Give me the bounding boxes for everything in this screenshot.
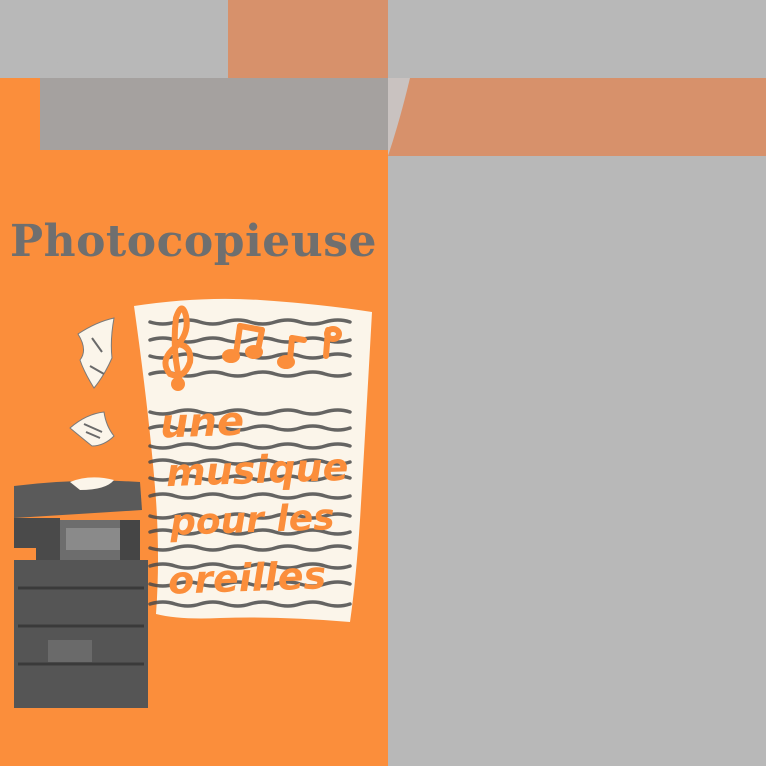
sheet-line-4: oreilles [167, 553, 327, 603]
sheet-line-3: pour les [169, 497, 336, 544]
sheet-line-1: une [159, 398, 245, 448]
illustration-canvas [0, 0, 766, 766]
salmon-band [388, 78, 766, 156]
sheet-line-2: musique [165, 444, 350, 496]
orange-strip [4, 78, 38, 150]
poster-title: Photocopieuse [10, 216, 377, 267]
gray-arch-panel [40, 78, 388, 150]
